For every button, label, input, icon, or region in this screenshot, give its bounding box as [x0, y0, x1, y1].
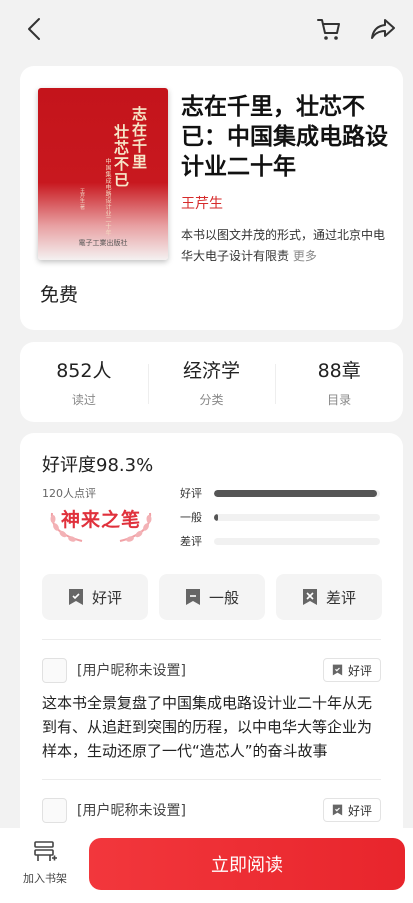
badge-text: 神来之笔 — [60, 509, 141, 531]
bar-label: 一般 — [180, 511, 202, 524]
rating-bar-bad: 差评 — [180, 533, 380, 549]
read-now-button[interactable]: 立即阅读 — [89, 838, 405, 890]
book-info-card: 志在千里 壮芯不已 中国集成电路设计业二十年 王芹生 著 電子工業出版社 志在千… — [20, 66, 403, 330]
divider — [42, 639, 381, 640]
review-text: 这本书全景复盘了中国集成电路设计业二十年从无到有、从追赶到突围的历程，以中电华大… — [42, 694, 373, 760]
rating-bar-good: 好评 — [180, 485, 380, 501]
cover-title-line2: 壮芯不已 — [112, 124, 130, 188]
book-cover[interactable]: 志在千里 壮芯不已 中国集成电路设计业二十年 王芹生 著 電子工業出版社 — [38, 88, 168, 260]
divider — [42, 779, 381, 780]
book-description: 本书以图文并茂的形式，通过北京中电华大电子设计有限责 更多 — [181, 225, 386, 267]
stat-label: 读过 — [71, 393, 96, 407]
stat-value: 88章 — [317, 360, 361, 382]
thumbs-up-bookmark-icon — [332, 804, 343, 816]
rating-card: 好评度98.3% 120人点评 神来之笔 好评 一般 差评 好评 一般 差评 [… — [20, 433, 403, 833]
bar-fill — [214, 489, 378, 497]
top-bar — [0, 0, 413, 58]
back-button[interactable] — [20, 15, 48, 43]
stat-category[interactable]: 经济学 分类 — [147, 356, 276, 408]
vote-neutral-button[interactable]: 一般 — [159, 574, 265, 620]
vote-label: 好评 — [91, 588, 122, 607]
bottom-action-bar: 加入书架 立即阅读 — [0, 828, 413, 903]
review-username: [用户昵称未设置] — [77, 803, 186, 819]
thumbs-down-bookmark-icon — [302, 589, 317, 605]
bookmark-icon — [185, 589, 200, 605]
thumbs-up-bookmark-icon — [332, 664, 343, 676]
vote-bad-button[interactable]: 差评 — [276, 574, 382, 620]
stat-chapters[interactable]: 88章 目录 — [275, 356, 403, 408]
review-item[interactable]: [用户昵称未设置] 好评 — [42, 797, 381, 823]
review-username: [用户昵称未设置] — [77, 663, 186, 679]
description-text: 本书以图文并茂的形式，通过北京中电华大电子设计有限责 — [181, 228, 386, 263]
stat-label: 目录 — [327, 393, 352, 407]
book-author[interactable]: 王芹生 — [181, 193, 223, 213]
review-tag-label: 好评 — [347, 803, 372, 818]
bar-fill — [214, 513, 218, 521]
share-icon — [371, 19, 395, 39]
rating-title: 好评度98.3% — [42, 455, 154, 476]
bar-track — [214, 513, 380, 521]
review-item[interactable]: [用户昵称未设置] 好评 这本书全景复盘了中国集成电路设计业二十年从无到有、从追… — [42, 657, 381, 763]
cart-icon — [317, 19, 340, 40]
stat-label: 分类 — [199, 393, 224, 407]
book-stats-card: 852人 读过 经济学 分类 88章 目录 — [20, 342, 403, 422]
review-tag: 好评 — [322, 798, 381, 822]
avatar — [42, 797, 67, 823]
review-header: [用户昵称未设置] 好评 — [42, 657, 381, 683]
vote-label: 差评 — [325, 588, 356, 607]
shelf-label: 加入书架 — [23, 872, 67, 885]
review-tag-label: 好评 — [347, 663, 372, 678]
vote-buttons: 好评 一般 差评 — [42, 574, 382, 620]
cart-button[interactable] — [315, 15, 343, 43]
cover-author: 王芹生 著 — [79, 188, 85, 210]
rating-badge: 神来之笔 — [42, 499, 160, 545]
add-to-shelf-button[interactable]: 加入书架 — [16, 840, 74, 886]
cover-title-line1: 志在千里 — [130, 106, 148, 170]
stat-readers: 852人 读过 — [20, 356, 148, 408]
price-label: 免费 — [40, 284, 79, 306]
cover-subtitle: 中国集成电路设计业二十年 — [104, 158, 111, 236]
rating-bar-neutral: 一般 — [180, 509, 380, 525]
bar-label: 好评 — [180, 487, 202, 500]
review-header: [用户昵称未设置] 好评 — [42, 797, 381, 823]
stat-value: 经济学 — [183, 360, 241, 382]
book-title: 志在千里，壮芯不已：中国集成电路设计业二十年 — [181, 94, 388, 180]
bar-track — [214, 489, 380, 497]
vote-label: 一般 — [208, 588, 239, 607]
review-tag: 好评 — [322, 658, 381, 682]
share-button[interactable] — [369, 15, 397, 43]
bar-track — [214, 537, 380, 545]
back-arrow-icon — [28, 18, 40, 40]
vote-good-button[interactable]: 好评 — [42, 574, 148, 620]
bar-label: 差评 — [180, 535, 202, 548]
thumbs-up-bookmark-icon — [68, 589, 83, 605]
cover-publisher: 電子工業出版社 — [78, 239, 128, 247]
stat-value: 852人 — [56, 360, 112, 382]
avatar — [42, 657, 67, 683]
more-link[interactable]: 更多 — [293, 249, 317, 263]
bookshelf-icon — [34, 841, 57, 861]
